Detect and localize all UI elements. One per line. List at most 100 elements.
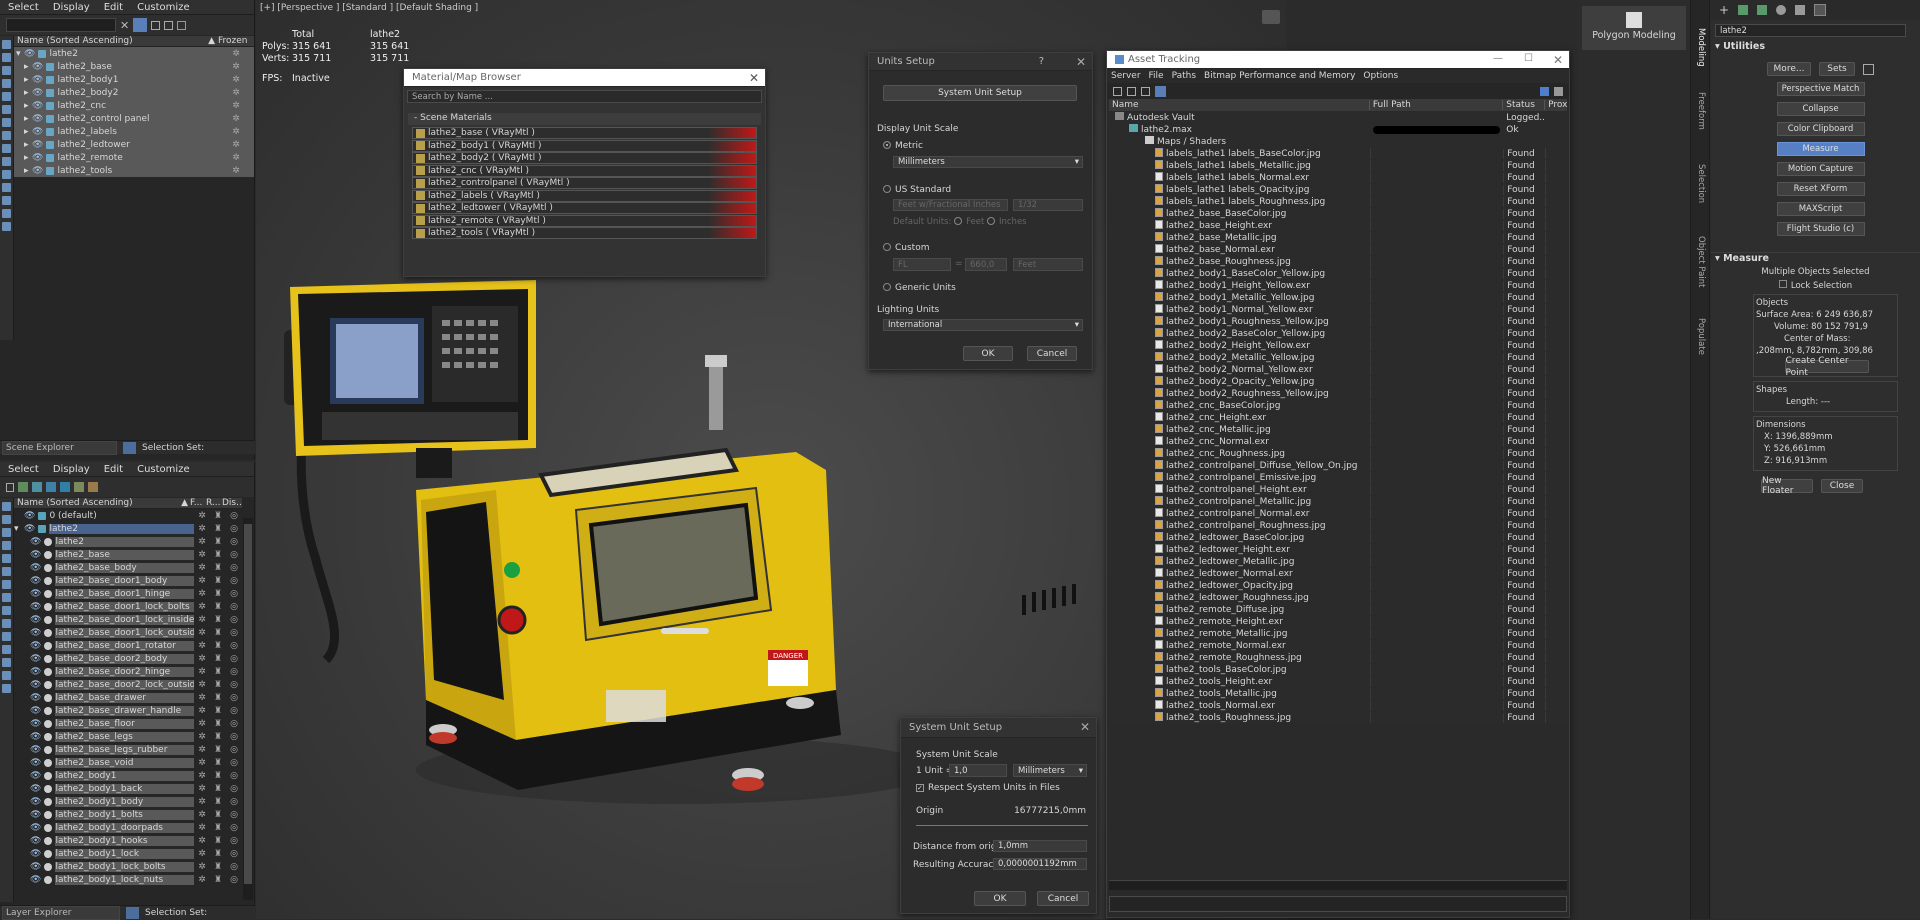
tab-freeform[interactable]: Freeform (1696, 92, 1706, 130)
asset-map-row[interactable]: labels_lathe1 labels_BaseColor.jpg Found (1109, 148, 1567, 160)
display-icon[interactable]: ◎ (226, 602, 242, 612)
display-bones-icon[interactable] (2, 632, 11, 641)
freeze-icon[interactable]: ✲ (194, 628, 210, 638)
asset-map-row[interactable]: lathe2_tools_BaseColor.jpg Found (1109, 664, 1567, 676)
freeze-icon[interactable]: ✲ (218, 166, 254, 176)
hierarchy-tab-icon[interactable] (1757, 5, 1768, 15)
expand-arrow-icon[interactable]: ▸ (14, 88, 32, 98)
utilities-tab-icon[interactable] (1814, 4, 1827, 16)
display-icon[interactable]: ◎ (226, 615, 242, 625)
display-warps-icon[interactable] (2, 131, 11, 140)
metric-dropdown[interactable]: Millimeters ▾ (893, 156, 1083, 168)
visibility-eye-icon[interactable]: 👁 (30, 589, 41, 599)
expand-arrow-icon[interactable]: ▸ (14, 166, 32, 176)
asset-row[interactable]: lathe2.max Ok (1109, 124, 1567, 136)
expand-arrow-icon[interactable]: ▾ (14, 524, 24, 534)
scene-row[interactable]: ▾ 👁 lathe2 ✲ (14, 47, 254, 60)
freeze-icon[interactable]: ✲ (194, 784, 210, 794)
layer-scrollbar[interactable] (243, 518, 253, 900)
display-icon[interactable]: ◎ (226, 758, 242, 768)
display-filter-icon[interactable] (2, 684, 11, 693)
sets-button[interactable]: Sets (1819, 62, 1855, 76)
render-icon[interactable]: ♜ (210, 732, 226, 742)
layer-object-row[interactable]: 👁 lathe2_body1_lock_bolts ✲ ♜ ◎ (14, 860, 242, 873)
display-icon[interactable]: ◎ (226, 862, 242, 872)
layer-object-row[interactable]: 👁 lathe2_base_door2_hinge ✲ ♜ ◎ (14, 665, 242, 678)
col-render[interactable]: R... (206, 498, 222, 508)
display-icon[interactable]: ◎ (226, 875, 242, 885)
asset-map-row[interactable]: lathe2_controlpanel_Height.exr Found (1109, 484, 1567, 496)
display-xrefs-icon[interactable] (2, 157, 11, 166)
close-button[interactable]: Close (1821, 479, 1863, 493)
freeze-icon[interactable]: ✲ (218, 49, 254, 59)
menu-file[interactable]: File (1149, 71, 1164, 81)
render-icon[interactable]: ♜ (210, 641, 226, 651)
material-item[interactable]: lathe2_body1 ( VRayMtl ) (412, 139, 757, 152)
asset-map-row[interactable]: lathe2_base_Metallic.jpg Found (1109, 232, 1567, 244)
visibility-eye-icon[interactable]: 👁 (32, 140, 43, 150)
us-standard-radio[interactable] (883, 185, 891, 193)
render-icon[interactable]: ♜ (210, 849, 226, 859)
layer-object-row[interactable]: 👁 lathe2_base_door1_body ✲ ♜ ◎ (14, 574, 242, 587)
add-to-layer-icon[interactable] (32, 482, 42, 492)
freeze-icon[interactable]: ✲ (194, 771, 210, 781)
display-icon[interactable]: ◎ (226, 693, 242, 703)
asset-map-row[interactable]: lathe2_cnc_BaseColor.jpg Found (1109, 400, 1567, 412)
freeze-icon[interactable]: ✲ (194, 667, 210, 677)
layer-object-row[interactable]: 👁 lathe2_base_drawer_handle ✲ ♜ ◎ (14, 704, 242, 717)
render-icon[interactable]: ♜ (210, 589, 226, 599)
menu-edit[interactable]: Edit (104, 464, 123, 475)
display-icon[interactable]: ◎ (226, 524, 242, 534)
freeze-icon[interactable]: ✲ (194, 849, 210, 859)
units-setup-titlebar[interactable]: Units Setup ? ✕ (869, 53, 1092, 71)
visibility-eye-icon[interactable]: 👁 (30, 810, 41, 820)
layer-object-row[interactable]: 👁 lathe2_base_door2_body ✲ ♜ ◎ (14, 652, 242, 665)
col-proxy[interactable]: Proxy (1545, 100, 1567, 110)
asset-tracking-titlebar[interactable]: Asset Tracking — ☐ ✕ (1107, 51, 1569, 69)
lock-selection-checkbox[interactable] (1778, 280, 1787, 288)
layer-object-row[interactable]: 👁 lathe2_base_floor ✲ ♜ ◎ (14, 717, 242, 730)
more-button[interactable]: More... (1767, 62, 1811, 76)
freeze-icon[interactable]: ✲ (194, 836, 210, 846)
layer-object-row[interactable]: 👁 lathe2_base_door1_lock_bolts ✲ ♜ ◎ (14, 600, 242, 613)
system-cancel-button[interactable]: Cancel (1037, 891, 1089, 906)
freeze-icon[interactable]: ✲ (194, 680, 210, 690)
visibility-eye-icon[interactable]: 👁 (30, 628, 41, 638)
visibility-eye-icon[interactable]: 👁 (30, 797, 41, 807)
freeze-icon[interactable]: ✲ (218, 153, 254, 163)
display-warps-icon[interactable] (2, 593, 11, 602)
col-name[interactable]: Name (Sorted Ascending) (14, 498, 181, 508)
asset-map-row[interactable]: lathe2_tools_Normal.exr Found (1109, 700, 1567, 712)
display-filter-icon[interactable] (2, 222, 11, 231)
asset-map-row[interactable]: labels_lathe1 labels_Metallic.jpg Found (1109, 160, 1567, 172)
visibility-eye-icon[interactable]: 👁 (32, 62, 43, 72)
menu-customize[interactable]: Customize (137, 2, 190, 13)
asset-map-row[interactable]: lathe2_cnc_Roughness.jpg Found (1109, 448, 1567, 460)
selection-set-icon[interactable] (126, 906, 139, 919)
asset-map-row[interactable]: lathe2_body2_Normal_Yellow.exr Found (1109, 364, 1567, 376)
layer-select-icon[interactable] (74, 482, 84, 492)
layer-object-row[interactable]: 👁 lathe2_body1_back ✲ ♜ ◎ (14, 782, 242, 795)
visibility-eye-icon[interactable]: 👁 (30, 862, 41, 872)
layer-object-row[interactable]: 👁 lathe2_base_legs ✲ ♜ ◎ (14, 730, 242, 743)
display-icon[interactable]: ◎ (226, 589, 242, 599)
visibility-eye-icon[interactable]: 👁 (30, 784, 41, 794)
asset-map-row[interactable]: lathe2_cnc_Normal.exr Found (1109, 436, 1567, 448)
close-icon[interactable]: ✕ (1080, 720, 1090, 734)
units-ok-button[interactable]: OK (963, 346, 1013, 361)
expand-arrow-icon[interactable]: ▸ (14, 114, 32, 124)
display-all-icon[interactable] (2, 53, 11, 62)
render-icon[interactable]: ♜ (210, 511, 226, 521)
modify-tab-icon[interactable] (1738, 5, 1749, 15)
visibility-eye-icon[interactable]: 👁 (30, 680, 41, 690)
freeze-icon[interactable]: ✲ (194, 862, 210, 872)
display-shapes-icon[interactable] (2, 79, 11, 88)
visibility-eye-icon[interactable]: 👁 (30, 719, 41, 729)
render-icon[interactable]: ♜ (210, 797, 226, 807)
respect-units-checkbox[interactable]: ✓ (916, 784, 924, 792)
layer-object-row[interactable]: 👁 lathe2_body1_lock_nuts ✲ ♜ ◎ (14, 873, 242, 886)
asset-map-row[interactable]: lathe2_body1_Height_Yellow.exr Found (1109, 280, 1567, 292)
visibility-eye-icon[interactable]: 👁 (32, 166, 43, 176)
asset-row[interactable]: Autodesk Vault Logged... (1109, 112, 1567, 124)
display-hidden-icon[interactable] (2, 209, 11, 218)
